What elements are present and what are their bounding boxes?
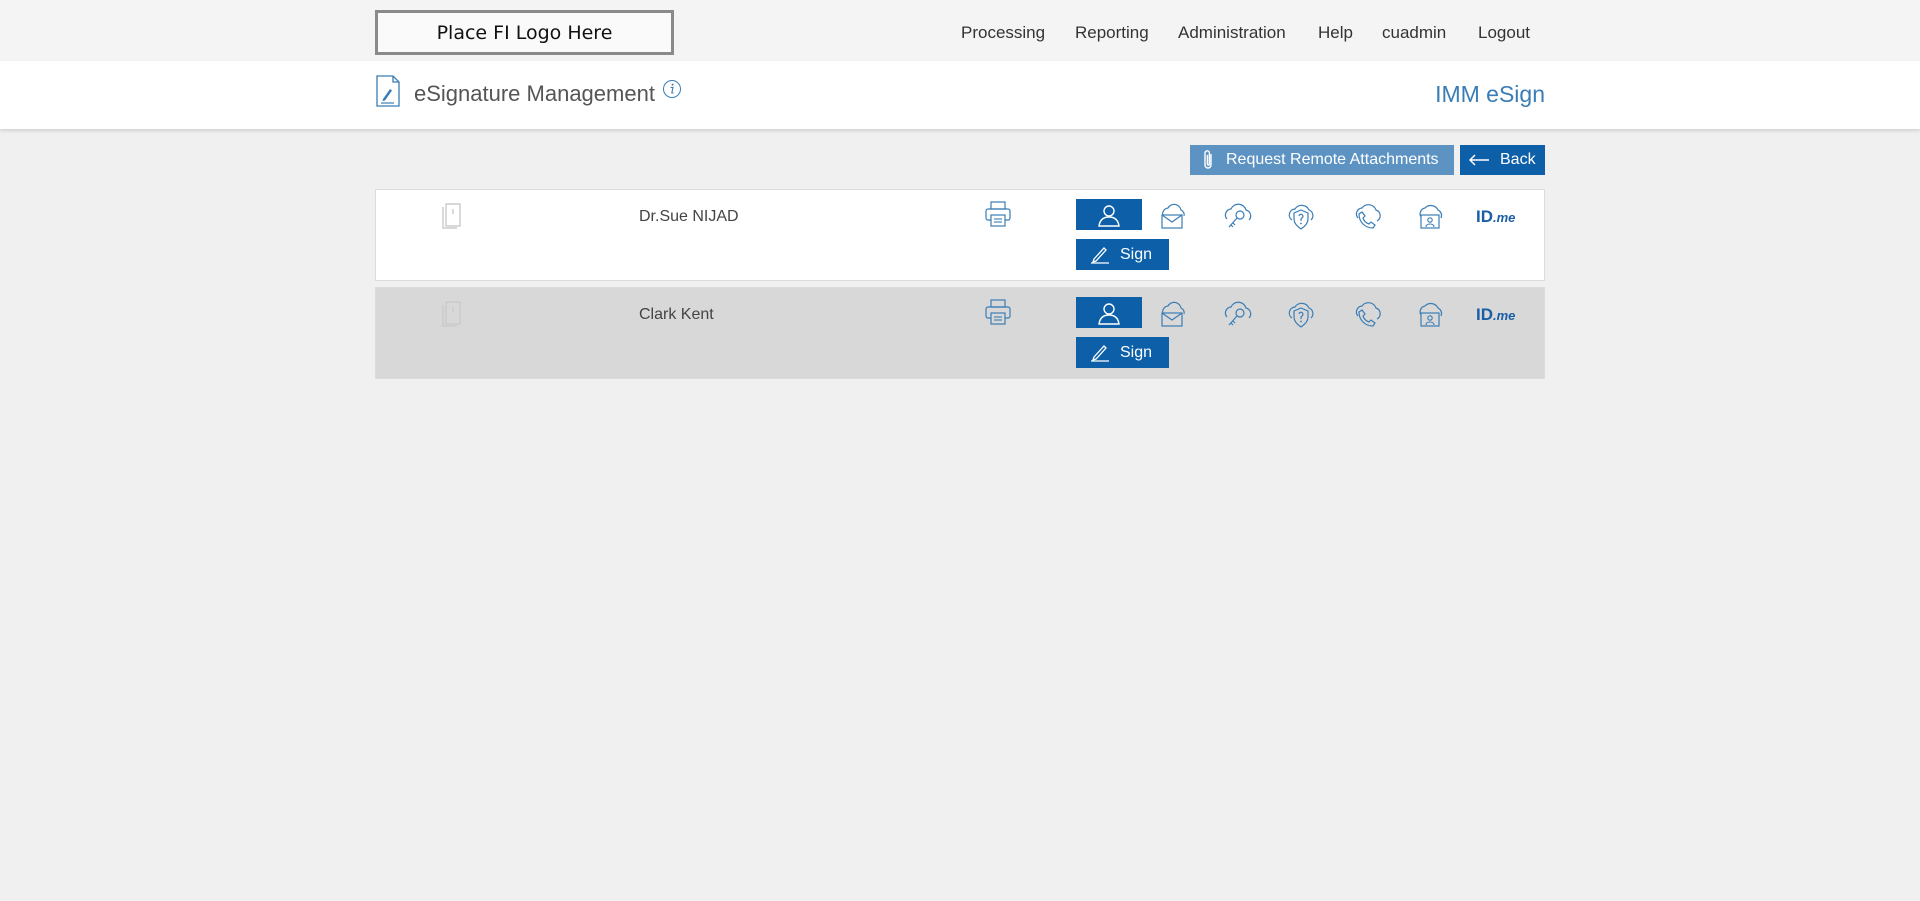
document-icon[interactable]	[442, 301, 464, 327]
sign-button[interactable]: Sign	[1076, 239, 1169, 270]
cloud-key-icon[interactable]	[1222, 202, 1252, 232]
printer-icon[interactable]	[984, 200, 1012, 228]
idme-brand: ID	[1476, 305, 1493, 324]
signer-row: Clark Kent ID.me Sign	[375, 287, 1545, 379]
idme-brand: ID	[1476, 207, 1493, 226]
nav-help[interactable]: Help	[1318, 22, 1353, 44]
pen-icon	[1091, 344, 1109, 362]
idme-suffix: .me	[1493, 210, 1516, 225]
signer-name: Clark Kent	[639, 306, 714, 323]
top-bar: Place FI Logo Here Processing Reporting …	[0, 0, 1920, 61]
cloud-mail-icon[interactable]	[1157, 202, 1187, 232]
brand-title: IMM eSign	[1435, 81, 1545, 107]
document-icon[interactable]	[442, 203, 464, 229]
signer-row: Dr.Sue NIJAD ID.me Sign	[375, 189, 1545, 281]
page-title: eSignature Management	[414, 81, 655, 106]
cloud-id-card-icon[interactable]	[1415, 300, 1445, 330]
main-nav: Processing Reporting Administration Help…	[0, 22, 1920, 46]
paperclip-icon	[1204, 150, 1212, 169]
back-button[interactable]: Back	[1460, 145, 1545, 175]
idme-logo[interactable]: ID.me	[1476, 305, 1515, 326]
person-auth-button[interactable]	[1076, 297, 1142, 328]
document-sign-icon	[376, 75, 400, 107]
cloud-phone-icon[interactable]	[1351, 300, 1381, 330]
cloud-question-icon[interactable]	[1286, 202, 1316, 232]
cloud-question-icon[interactable]	[1286, 300, 1316, 330]
arrow-left-icon	[1468, 154, 1489, 166]
nav-logout[interactable]: Logout	[1478, 22, 1530, 44]
request-remote-attachments-label: Request Remote Attachments	[1226, 151, 1439, 168]
pen-icon	[1091, 246, 1109, 264]
nav-user-cuadmin[interactable]: cuadmin	[1382, 22, 1446, 44]
sign-label: Sign	[1120, 245, 1153, 263]
nav-processing[interactable]: Processing	[961, 22, 1045, 44]
person-auth-button[interactable]	[1076, 199, 1142, 230]
cloud-id-card-icon[interactable]	[1415, 202, 1445, 232]
cloud-mail-icon[interactable]	[1157, 300, 1187, 330]
person-icon	[1098, 204, 1120, 227]
idme-suffix: .me	[1493, 308, 1516, 323]
idme-logo[interactable]: ID.me	[1476, 207, 1515, 228]
info-icon[interactable]	[662, 79, 682, 99]
nav-reporting[interactable]: Reporting	[1075, 22, 1149, 44]
cloud-phone-icon[interactable]	[1351, 202, 1381, 232]
title-bar: eSignature Management IMM eSign	[0, 61, 1920, 129]
printer-icon[interactable]	[984, 298, 1012, 326]
sign-label: Sign	[1120, 343, 1153, 361]
sign-button[interactable]: Sign	[1076, 337, 1169, 368]
cloud-key-icon[interactable]	[1222, 300, 1252, 330]
nav-administration[interactable]: Administration	[1178, 22, 1286, 44]
signer-name: Dr.Sue NIJAD	[639, 208, 739, 225]
request-remote-attachments-button[interactable]: Request Remote Attachments	[1190, 145, 1454, 175]
back-label: Back	[1500, 151, 1536, 168]
person-icon	[1098, 302, 1120, 325]
